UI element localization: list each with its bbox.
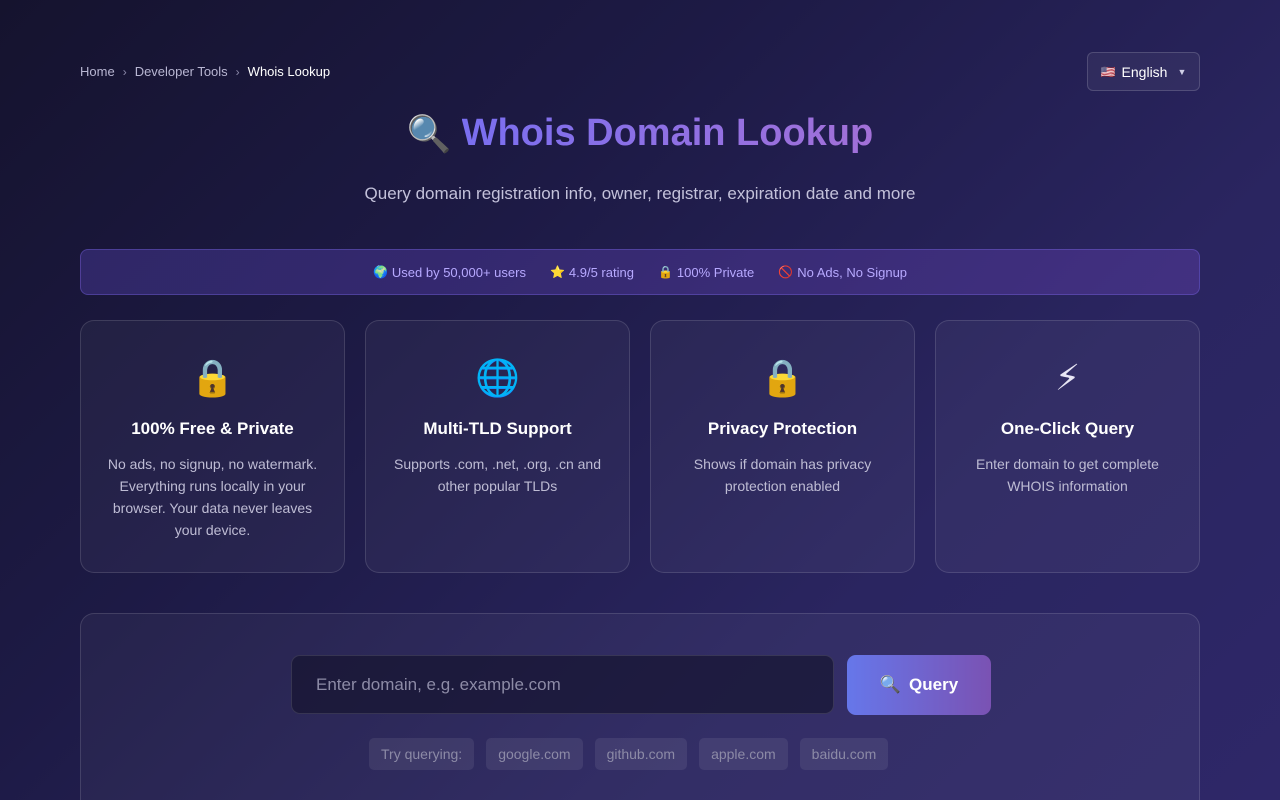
feature-title: Multi-TLD Support	[423, 419, 572, 438]
trust-item-rating: ⭐ 4.9/5 rating	[550, 265, 634, 280]
magnifier-icon: 🔍	[879, 675, 902, 694]
trust-label: 100% Private	[676, 264, 755, 280]
feature-description: Shows if domain has privacy protection e…	[693, 456, 872, 494]
breadcrumb: Home › Developer Tools › Whois Lookup	[80, 64, 330, 79]
trust-label: No Ads, No Signup	[797, 264, 908, 280]
query-panel: 🔍 Query Try querying: google.com github.…	[80, 613, 1200, 800]
language-label: English	[1121, 63, 1168, 80]
breadcrumb-home[interactable]: Home	[80, 64, 115, 79]
feature-title: 100% Free & Private	[131, 419, 294, 438]
feature-card-privacy: 🔒 Privacy Protection Shows if domain has…	[650, 320, 915, 573]
feature-description: Supports .com, .net, .org, .cn and other…	[394, 456, 601, 494]
domain-input[interactable]	[291, 655, 834, 714]
feature-card-one-click: ⚡ One-Click Query Enter domain to get co…	[935, 320, 1200, 573]
example-domain-google[interactable]: google.com	[486, 738, 583, 770]
lock-icon: 🔒	[760, 357, 805, 398]
feature-card-multi-tld: 🌐 Multi-TLD Support Supports .com, .net,…	[365, 320, 630, 573]
caret-down-icon: ▼	[1177, 66, 1187, 77]
search-row: 🔍 Query	[291, 655, 991, 715]
trust-label: Used by 50,000+ users	[391, 264, 526, 280]
lock-icon: 🔒	[190, 357, 235, 398]
breadcrumb-current: Whois Lookup	[247, 64, 331, 79]
language-selector[interactable]: 🇺🇸 English ▼	[1087, 52, 1200, 91]
prohibited-icon: 🚫	[778, 265, 794, 279]
trust-item-no-ads: 🚫 No Ads, No Signup	[778, 265, 907, 280]
feature-cards: 🔒 100% Free & Private No ads, no signup,…	[80, 320, 1200, 573]
example-domain-apple[interactable]: apple.com	[699, 738, 788, 770]
globe-icon: 🌐	[475, 357, 520, 398]
breadcrumb-separator: ›	[122, 64, 127, 79]
feature-title: One-Click Query	[1000, 419, 1135, 438]
page: Home › Developer Tools › Whois Lookup 🇺🇸…	[80, 0, 1200, 800]
example-domain-github[interactable]: github.com	[594, 738, 688, 770]
feature-description: Enter domain to get complete WHOIS infor…	[976, 456, 1159, 494]
feature-title: Privacy Protection	[707, 419, 858, 438]
trust-banner: 🌍 Used by 50,000+ users ⭐ 4.9/5 rating 🔒…	[80, 249, 1200, 295]
query-button-label: Query	[909, 675, 959, 694]
lightning-icon: ⚡	[1054, 357, 1081, 398]
page-subtitle: Query domain registration info, owner, r…	[364, 184, 916, 203]
example-domains: Try querying: google.com github.com appl…	[369, 738, 889, 770]
star-icon: ⭐	[549, 265, 565, 279]
query-button[interactable]: 🔍 Query	[847, 655, 991, 715]
breadcrumb-separator: ›	[235, 64, 240, 79]
magnifier-icon: 🔍	[406, 112, 452, 154]
trust-item-users: 🌍 Used by 50,000+ users	[373, 265, 526, 280]
feature-description: No ads, no signup, no watermark. Everyth…	[107, 456, 318, 538]
trust-label: 4.9/5 rating	[568, 264, 634, 280]
breadcrumb-developer-tools[interactable]: Developer Tools	[135, 64, 228, 79]
globe-icon: 🌍	[372, 265, 388, 279]
feature-card-free-private: 🔒 100% Free & Private No ads, no signup,…	[80, 320, 345, 573]
example-domain-baidu[interactable]: baidu.com	[799, 738, 889, 770]
try-querying-label: Try querying:	[369, 738, 475, 770]
page-title: 🔍 Whois Domain Lookup	[80, 112, 1200, 155]
lock-icon: 🔒	[657, 265, 673, 279]
us-flag-icon: 🇺🇸	[1100, 64, 1116, 79]
trust-item-private: 🔒 100% Private	[658, 265, 754, 280]
page-title-text: Whois Domain Lookup	[461, 112, 874, 154]
